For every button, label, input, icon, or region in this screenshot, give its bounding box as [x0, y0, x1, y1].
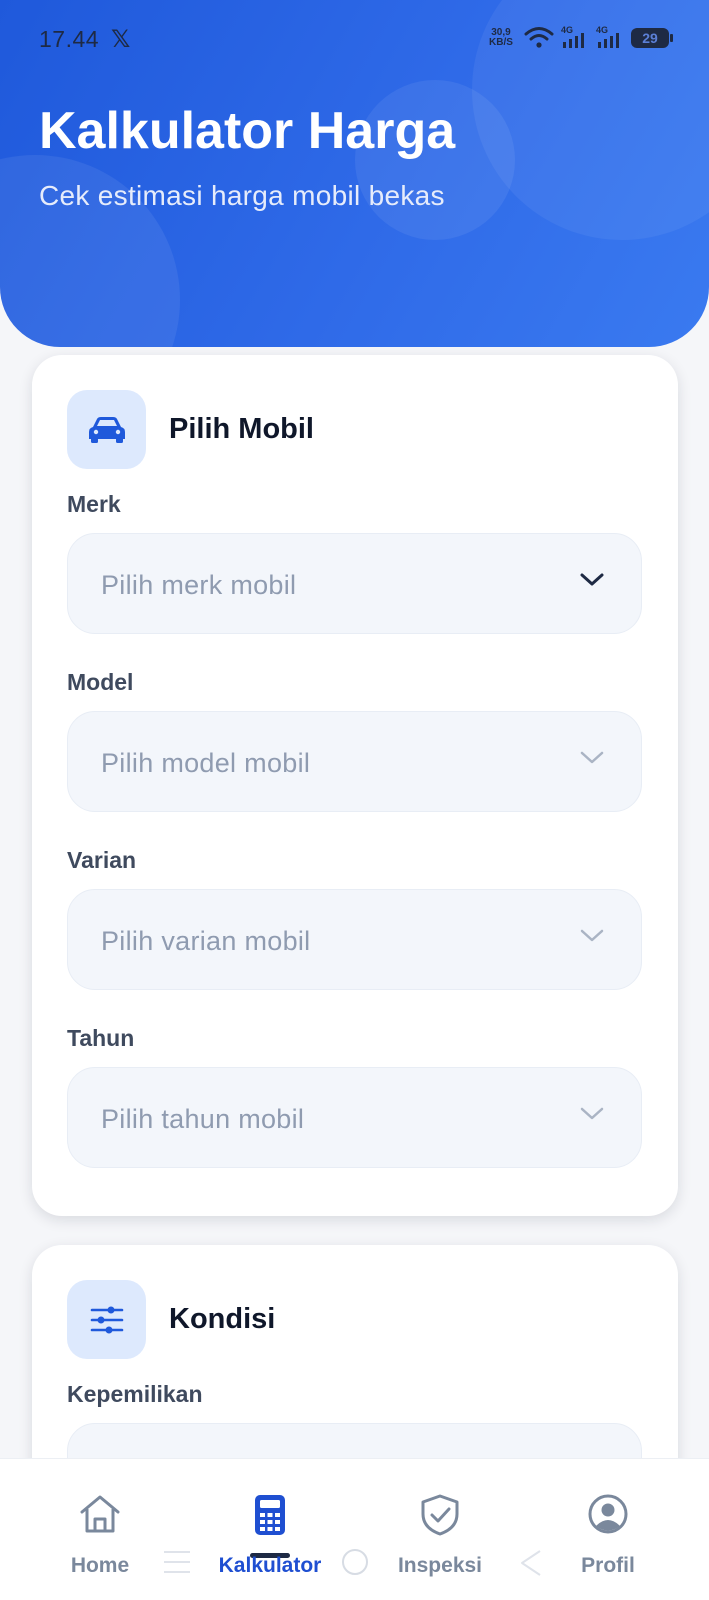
model-select-placeholder: Pilih model mobil	[101, 748, 311, 778]
card-icon-box	[67, 390, 146, 469]
page-subtitle: Cek estimasi harga mobil bekas	[39, 180, 445, 211]
nav-label-inspeksi: Inspeksi	[397, 1554, 483, 1577]
card-icon-box	[67, 1280, 146, 1359]
nav-item-profil[interactable]: Profil	[528, 1459, 688, 1600]
tahun-select[interactable]: Pilih tahun mobil	[67, 1067, 642, 1168]
system-menu-icon[interactable]	[163, 1549, 191, 1575]
merk-select-placeholder: Pilih merk mobil	[101, 570, 297, 600]
chevron-down-icon	[580, 1107, 604, 1120]
nav-item-kalkulator[interactable]: Kalkulator	[190, 1459, 350, 1600]
wifi-icon	[524, 27, 554, 48]
system-back-icon[interactable]	[519, 1549, 543, 1577]
bottom-nav: Home Kalkulator Inspeksi Profil	[0, 1458, 709, 1600]
nav-item-home[interactable]: Home	[20, 1459, 180, 1600]
merk-select[interactable]: Pilih merk mobil	[67, 533, 642, 634]
network-speed: 30,9 KB/S	[489, 28, 513, 48]
card-title: Pilih Mobil	[169, 413, 314, 445]
field-label-model: Model	[67, 669, 134, 695]
varian-select[interactable]: Pilih varian mobil	[67, 889, 642, 990]
shield-check-icon	[421, 1494, 459, 1536]
status-time: 17.44	[39, 26, 100, 52]
sliders-icon	[90, 1306, 123, 1333]
status-bar: 17.44 𝕏 30,9 KB/S 4G 4G 29	[0, 0, 709, 78]
page-title: Kalkulator Harga	[39, 102, 456, 160]
signal-label: 4G	[596, 25, 608, 35]
chevron-down-icon	[580, 929, 604, 942]
system-home-icon[interactable]	[342, 1549, 368, 1575]
card-pilih-mobil: Pilih Mobil Merk Pilih merk mobil Model …	[32, 355, 678, 1216]
nav-item-inspeksi[interactable]: Inspeksi	[360, 1459, 520, 1600]
field-label-kepemilikan: Kepemilikan	[67, 1381, 203, 1407]
nav-label-profil: Profil	[581, 1554, 635, 1577]
battery-icon: 29	[631, 28, 673, 48]
home-icon	[80, 1495, 120, 1533]
varian-select-placeholder: Pilih varian mobil	[101, 926, 311, 956]
card-title: Kondisi	[169, 1303, 276, 1335]
tahun-select-placeholder: Pilih tahun mobil	[101, 1104, 305, 1134]
nav-label-home: Home	[70, 1554, 130, 1577]
x-app-icon: 𝕏	[111, 26, 131, 53]
signal-icon: 4G	[561, 25, 584, 48]
field-label-merk: Merk	[67, 491, 121, 517]
network-speed-unit: KB/S	[489, 37, 513, 48]
field-label-tahun: Tahun	[67, 1025, 135, 1051]
chevron-down-icon	[580, 751, 604, 764]
calculator-icon	[255, 1495, 285, 1535]
header-banner: 17.44 𝕏 30,9 KB/S 4G 4G 29 Kalkulator Ha…	[0, 0, 709, 347]
signal-label: 4G	[561, 25, 573, 35]
car-icon	[88, 416, 125, 443]
field-label-varian: Varian	[67, 847, 137, 873]
chevron-down-icon	[580, 573, 604, 586]
model-select[interactable]: Pilih model mobil	[67, 711, 642, 812]
profile-icon	[588, 1494, 628, 1534]
nav-label-kalkulator: Kalkulator	[218, 1554, 322, 1577]
signal-icon: 4G	[596, 25, 619, 48]
